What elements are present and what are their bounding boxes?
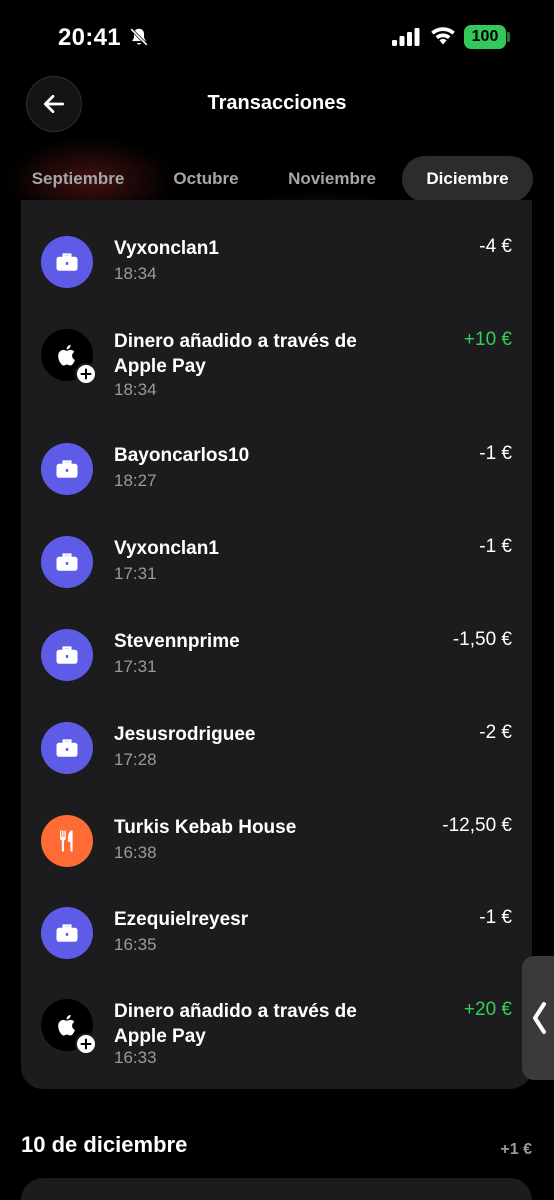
tab-noviembre[interactable]: Noviembre (272, 156, 392, 202)
transactions-card: Vyxonclan1 18:34 -4 € Dinero añadido a t… (21, 200, 532, 1089)
page-title: Transacciones (207, 92, 347, 114)
transaction-name: Jesusrodriguee (114, 724, 256, 745)
transaction-row[interactable]: Bayoncarlos10 18:27 -1 € (21, 437, 532, 517)
transaction-avatar (41, 536, 93, 588)
apple-icon (58, 344, 75, 366)
transaction-amount: +20 € (463, 999, 512, 1020)
transaction-time: 16:35 (114, 935, 157, 954)
signal-icon (392, 28, 420, 46)
bell-slash-icon (130, 28, 148, 46)
transaction-time: 18:27 (114, 471, 157, 490)
transaction-amount: -1 € (479, 443, 512, 464)
transaction-time: 16:33 (114, 1048, 157, 1067)
transaction-name: Dinero añadido a través de Apple Pay (114, 331, 357, 377)
briefcase-icon (56, 460, 78, 478)
transaction-row[interactable]: Stevennprime 17:31 -1,50 € (21, 623, 532, 703)
add-badge (75, 363, 97, 385)
transaction-name: Stevennprime (114, 631, 240, 652)
transaction-avatar (41, 236, 93, 288)
transaction-avatar (41, 329, 97, 385)
wifi-icon (431, 27, 455, 45)
section-total: +1 € (500, 1141, 532, 1158)
transaction-name: Ezequielreyesr (114, 909, 249, 930)
tab-diciembre[interactable]: Diciembre (402, 156, 533, 202)
battery-cap (507, 32, 510, 42)
month-tabs: Septiembre Octubre Noviembre Diciembre (0, 156, 554, 202)
transaction-row[interactable]: Turkis Kebab House 16:38 -12,50 € (21, 809, 532, 889)
transaction-row[interactable]: Dinero añadido a través de Apple Pay 16:… (21, 993, 532, 1073)
transaction-name: Vyxonclan1 (114, 538, 219, 559)
transaction-amount: +10 € (463, 329, 512, 350)
transaction-avatar (41, 629, 93, 681)
add-badge (75, 1033, 97, 1055)
transaction-avatar (41, 907, 93, 959)
transaction-row[interactable]: Vyxonclan1 18:34 -4 € (21, 230, 532, 310)
briefcase-icon (56, 739, 78, 757)
battery-level: 100 (471, 28, 499, 45)
transaction-amount: -1 € (479, 536, 512, 557)
chevron-left-icon (533, 1002, 546, 1034)
battery-icon: 100 (464, 25, 506, 49)
briefcase-icon (56, 253, 78, 271)
transaction-amount: -1 € (479, 907, 512, 928)
side-panel-handle[interactable] (522, 956, 554, 1080)
tab-septiembre[interactable]: Septiembre (18, 156, 138, 202)
plus-icon (80, 1038, 92, 1050)
tab-octubre[interactable]: Octubre (158, 156, 254, 202)
transaction-time: 17:31 (114, 657, 157, 676)
transaction-avatar (41, 722, 93, 774)
plus-icon (80, 368, 92, 380)
transaction-name: Bayoncarlos10 (114, 445, 250, 466)
transaction-row[interactable]: Ezequielreyesr 16:35 -1 € (21, 901, 532, 981)
transaction-row[interactable]: Vyxonclan1 17:31 -1 € (21, 530, 532, 610)
transaction-name: Dinero añadido a través de Apple Pay (114, 1001, 357, 1047)
briefcase-icon (56, 553, 78, 571)
briefcase-icon (56, 924, 78, 942)
transaction-time: 18:34 (114, 264, 157, 283)
transaction-amount: -1,50 € (452, 629, 512, 650)
transaction-name: Turkis Kebab House (114, 817, 297, 838)
transaction-time: 18:34 (114, 380, 157, 399)
briefcase-icon (56, 646, 78, 664)
transaction-name: Vyxonclan1 (114, 238, 219, 259)
next-transactions-card (21, 1178, 532, 1200)
section-date-title: 10 de diciembre (21, 1132, 188, 1157)
transaction-amount: -2 € (479, 722, 512, 743)
transaction-time: 17:31 (114, 564, 157, 583)
apple-icon (58, 1014, 75, 1036)
transaction-avatar (41, 999, 97, 1055)
status-time: 20:41 (58, 24, 121, 51)
transaction-avatar (41, 815, 93, 867)
transaction-avatar (41, 443, 93, 495)
transaction-time: 17:28 (114, 750, 157, 769)
transaction-row[interactable]: Jesusrodriguee 17:28 -2 € (21, 716, 532, 796)
transaction-time: 16:38 (114, 843, 157, 862)
transaction-amount: -4 € (479, 236, 512, 257)
fork-knife-icon (59, 830, 73, 852)
transaction-row[interactable]: Dinero añadido a través de Apple Pay 18:… (21, 323, 532, 403)
status-bar: 20:41 100 (0, 0, 554, 76)
transaction-amount: -12,50 € (442, 815, 512, 836)
